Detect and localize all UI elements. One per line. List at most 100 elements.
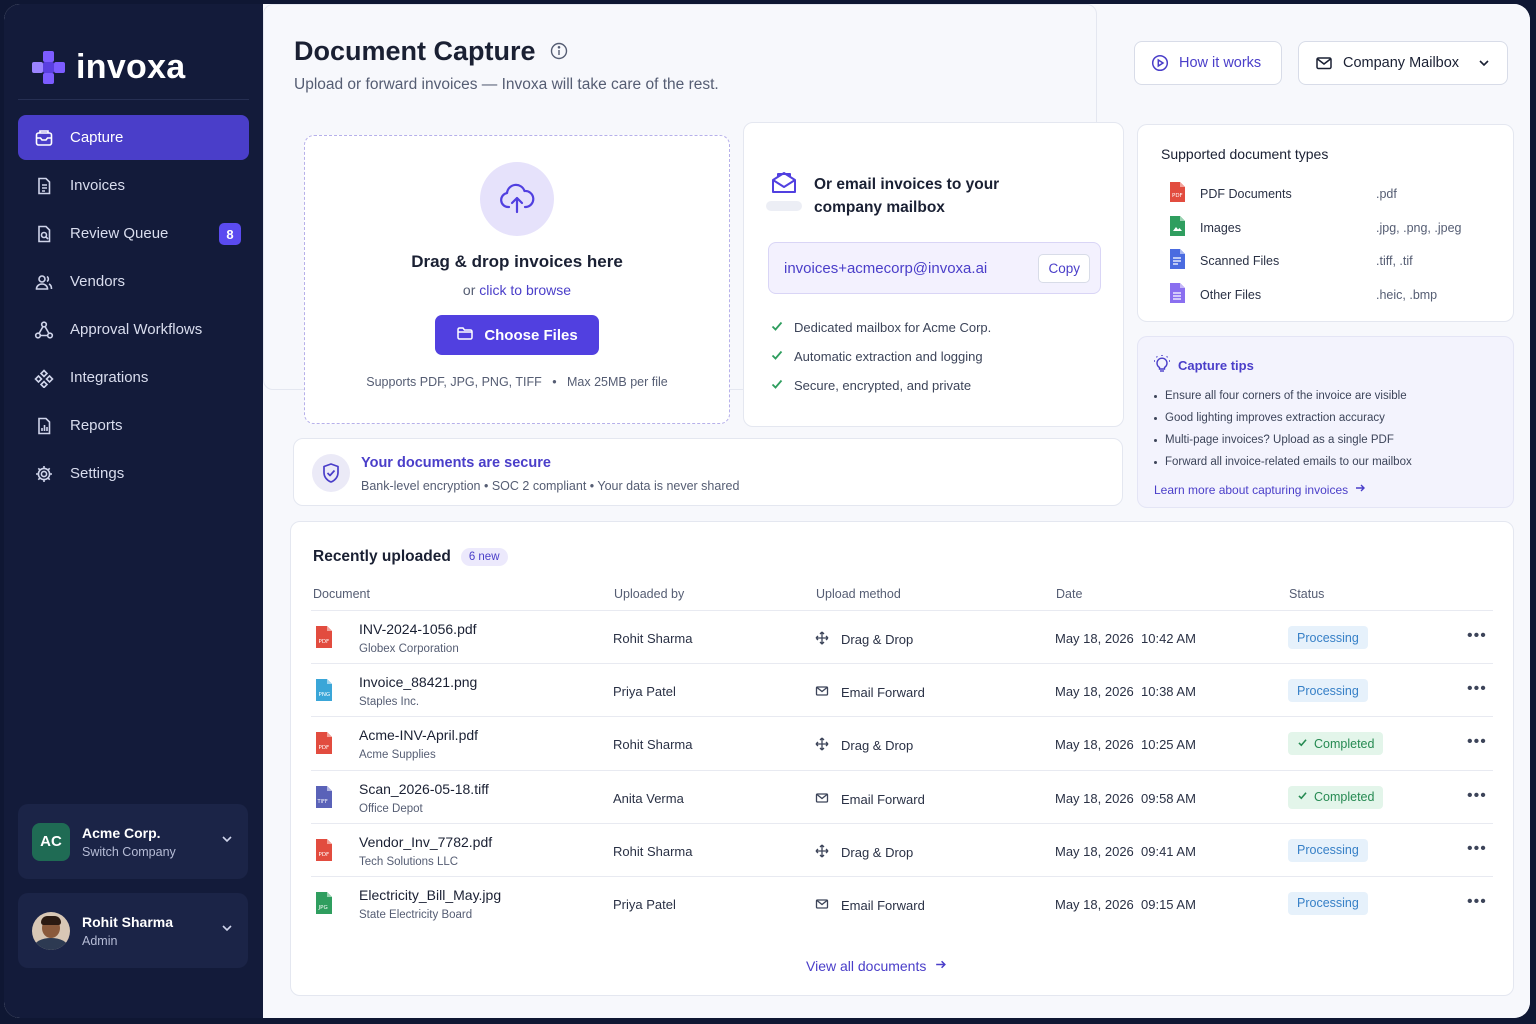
sidebar-item-reports[interactable]: Reports [18,403,249,448]
upload-method-label: Drag & Drop [841,844,914,860]
file-name[interactable]: Scan_2026-05-18.tiff [359,781,489,797]
dropzone[interactable]: Drag & drop invoices here or click to br… [304,135,730,424]
play-circle-icon [1151,54,1169,72]
chart-icon [34,416,54,436]
security-subtitle: Bank-level encryption • SOC 2 compliant … [361,479,740,493]
more-options-icon[interactable]: ••• [1467,733,1487,751]
status-label: Processing [1297,683,1359,698]
company-mailbox-dropdown[interactable]: Company Mailbox [1298,41,1508,85]
review-icon [34,224,54,244]
copy-address-button[interactable]: Copy [1038,253,1090,283]
mailbox-address[interactable]: invoices+acmecorp@invoxa.ai [784,260,987,277]
sidebar-item-approval-workflows[interactable]: Approval Workflows [18,307,249,352]
tiff-file-icon: TIFF [314,785,334,814]
view-all-documents-link[interactable]: View all documents [806,958,947,974]
sidebar-nav: Capture Invoices Review Queue 8 Vendors [4,100,263,496]
logo[interactable]: invoxa [4,4,263,99]
security-notice: Your documents are secure Bank-level enc… [293,438,1123,506]
vendor-name: Acme Supplies [359,749,436,762]
lightbulb-icon [1154,355,1170,376]
status-label: Processing [1297,843,1359,858]
file-type-label: TIFF [317,799,328,805]
user-role: Admin [82,933,118,948]
file-name[interactable]: Acme-INV-April.pdf [359,727,478,743]
company-info: Acme Corp. Switch Company [82,825,176,859]
more-options-icon[interactable]: ••• [1467,627,1487,645]
sidebar-item-integrations[interactable]: Integrations [18,355,249,400]
uploaded-by: Priya Patel [613,896,676,912]
sidebar-item-label: Approval Workflows [70,321,203,338]
sidebar-item-review-queue[interactable]: Review Queue 8 [18,211,249,256]
file-name[interactable]: Invoice_88421.png [359,674,477,690]
type-extensions: .jpg, .png, .jpeg [1376,220,1462,235]
file-name[interactable]: Vendor_Inv_7782.pdf [359,834,492,850]
capture-tips-panel: Capture tips Ensure all four corners of … [1137,336,1514,508]
view-all-label: View all documents [806,958,927,974]
document-icon [34,176,54,196]
user-menu[interactable]: Rohit Sharma Admin [18,893,248,968]
status-label: Completed [1314,790,1375,805]
more-options-icon[interactable]: ••• [1467,680,1487,698]
choose-files-button[interactable]: Choose Files [435,315,599,355]
more-options-icon[interactable]: ••• [1467,787,1487,805]
list-item: Forward all invoice-related emails to ou… [1154,451,1412,473]
type-extensions: .heic, .bmp [1376,287,1438,302]
file-name[interactable]: INV-2024-1056.pdf [359,621,477,637]
column-header-document[interactable]: Document [313,587,370,601]
table-row[interactable]: PDF Acme-INV-April.pdf Acme Supplies Rohit … [311,716,1493,769]
learn-more-link[interactable]: Learn more about capturing invoices [1154,482,1366,497]
page-title-text: Document Capture [294,36,536,66]
other-file-icon [1168,282,1186,307]
table-row[interactable]: TIFF Scan_2026-05-18.tiff Office Depot Anit… [311,769,1493,823]
sidebar-item-invoices[interactable]: Invoices [18,163,249,208]
table-row[interactable]: JPG Electricity_Bill_May.jpg State Electri… [311,875,1493,929]
list-item: Other Files .heic, .bmp [1168,282,1508,307]
uploaded-by: Rohit Sharma [613,843,693,859]
table-row[interactable]: PDF INV-2024-1056.pdf Globex Corporation Ro… [311,610,1493,663]
status-label: Processing [1297,896,1359,911]
vendor-name: Globex Corporation [359,643,459,655]
status-label: Processing [1297,630,1359,645]
recent-title-text: Recently uploaded [313,548,451,565]
pdf-file-icon: PDF [314,625,334,654]
column-header-date[interactable]: Date [1056,587,1082,601]
upload-method: Drag & Drop [815,844,913,861]
column-header-uploaded-by[interactable]: Uploaded by [614,587,684,601]
upload-date: May 18, 2026 10:42 AM [1055,631,1196,646]
email-panel-title: Or email invoices to your company mailbo… [814,176,1000,216]
how-it-works-label: How it works [1179,55,1262,71]
scan-file-icon [1168,248,1186,273]
security-title: Your documents are secure [361,455,551,471]
check-icon [1297,737,1308,751]
table-row[interactable]: PDF Vendor_Inv_7782.pdf Tech Solutions LLC… [311,822,1493,876]
more-options-icon[interactable]: ••• [1467,840,1487,858]
table-row[interactable]: PNG Invoice_88421.png Staples Inc. Priya Pa… [311,663,1493,716]
uploaded-by: Rohit Sharma [613,631,693,646]
how-it-works-button[interactable]: How it works [1134,41,1282,85]
type-extensions: .pdf [1376,186,1397,201]
avatar [32,911,70,950]
info-icon[interactable] [550,36,568,67]
type-name: PDF Documents [1200,186,1292,201]
list-item: Secure, encrypted, and private [770,371,991,400]
dropzone-or: or [462,282,480,298]
column-header-status[interactable]: Status [1289,587,1324,601]
upload-method: Email Forward [815,791,925,808]
chevron-down-icon [220,921,234,940]
status-badge: Processing [1288,679,1368,703]
company-switcher[interactable]: AC Acme Corp. Switch Company [18,804,248,879]
sidebar-item-vendors[interactable]: Vendors [18,259,249,304]
sidebar-item-settings[interactable]: Settings [18,451,249,496]
list-item: Automatic extraction and logging [770,342,991,371]
tip-text: Good lighting improves extraction accura… [1165,412,1385,424]
more-options-icon[interactable]: ••• [1467,893,1487,911]
gear-icon [34,464,54,484]
browse-link[interactable]: click to browse [479,282,571,298]
users-icon [34,272,54,292]
file-type-label: PNG [319,692,331,698]
file-name[interactable]: Electricity_Bill_May.jpg [359,887,501,903]
sidebar-item-capture[interactable]: Capture [18,115,249,160]
review-count-badge: 8 [219,223,241,245]
upload-method: Email Forward [815,684,925,701]
column-header-upload-method[interactable]: Upload method [816,587,901,601]
